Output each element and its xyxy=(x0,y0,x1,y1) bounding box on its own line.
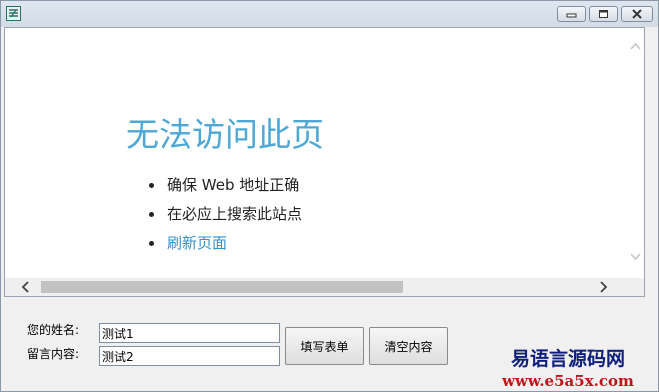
scrollbar-corner xyxy=(627,278,644,296)
minimize-icon xyxy=(566,13,577,18)
clear-content-button[interactable]: 清空内容 xyxy=(369,327,448,365)
app-icon xyxy=(6,6,21,21)
name-input[interactable] xyxy=(99,323,280,343)
chevron-down-icon xyxy=(630,253,641,261)
web-browser-control[interactable]: 无法访问此页 确保 Web 地址正确 在必应上搜索此站点 刷新页面 xyxy=(4,27,645,297)
suggestion-text: 确保 Web 地址正确 xyxy=(167,176,300,194)
app-window: 无法访问此页 确保 Web 地址正确 在必应上搜索此站点 刷新页面 您的姓名: … xyxy=(0,0,659,392)
suggestion-item: 在必应上搜索此站点 xyxy=(149,203,302,232)
vertical-scrollbar[interactable] xyxy=(627,28,644,278)
chevron-up-icon xyxy=(630,42,641,50)
scrollbar-thumb[interactable] xyxy=(41,281,403,293)
chevron-right-icon xyxy=(600,281,608,293)
scroll-right-button[interactable] xyxy=(595,278,612,296)
refresh-page-link[interactable]: 刷新页面 xyxy=(149,232,302,261)
fill-form-button[interactable]: 填写表单 xyxy=(285,327,364,365)
bullet-icon xyxy=(149,183,154,188)
watermark-title: 易语言源码网 xyxy=(510,348,625,370)
minimize-button[interactable] xyxy=(557,6,586,22)
message-input[interactable] xyxy=(99,346,280,366)
maximize-button[interactable] xyxy=(589,6,618,22)
horizontal-scrollbar[interactable] xyxy=(5,278,627,296)
close-icon xyxy=(632,9,642,19)
message-label: 留言内容: xyxy=(27,347,80,361)
bullet-icon xyxy=(149,212,154,217)
scroll-left-button[interactable] xyxy=(17,278,34,296)
title-bar[interactable] xyxy=(1,1,658,27)
scroll-down-button[interactable] xyxy=(627,248,644,265)
scroll-up-button[interactable] xyxy=(627,38,644,55)
error-title: 无法访问此页 xyxy=(126,115,324,154)
refresh-page-label[interactable]: 刷新页面 xyxy=(167,234,227,252)
close-button[interactable] xyxy=(621,6,653,22)
browser-viewport: 无法访问此页 确保 Web 地址正确 在必应上搜索此站点 刷新页面 xyxy=(5,28,627,278)
watermark-url: www.e5a5x.com xyxy=(502,372,634,390)
chevron-left-icon xyxy=(21,281,29,293)
suggestion-list: 确保 Web 地址正确 在必应上搜索此站点 刷新页面 xyxy=(149,174,302,261)
watermark-logo: 易语言源码网 www.e5a5x.com xyxy=(498,344,638,390)
name-label: 您的姓名: xyxy=(27,323,80,337)
suggestion-text: 在必应上搜索此站点 xyxy=(167,205,303,223)
bullet-icon xyxy=(149,241,154,246)
maximize-icon xyxy=(599,10,608,18)
suggestion-item: 确保 Web 地址正确 xyxy=(149,174,302,203)
